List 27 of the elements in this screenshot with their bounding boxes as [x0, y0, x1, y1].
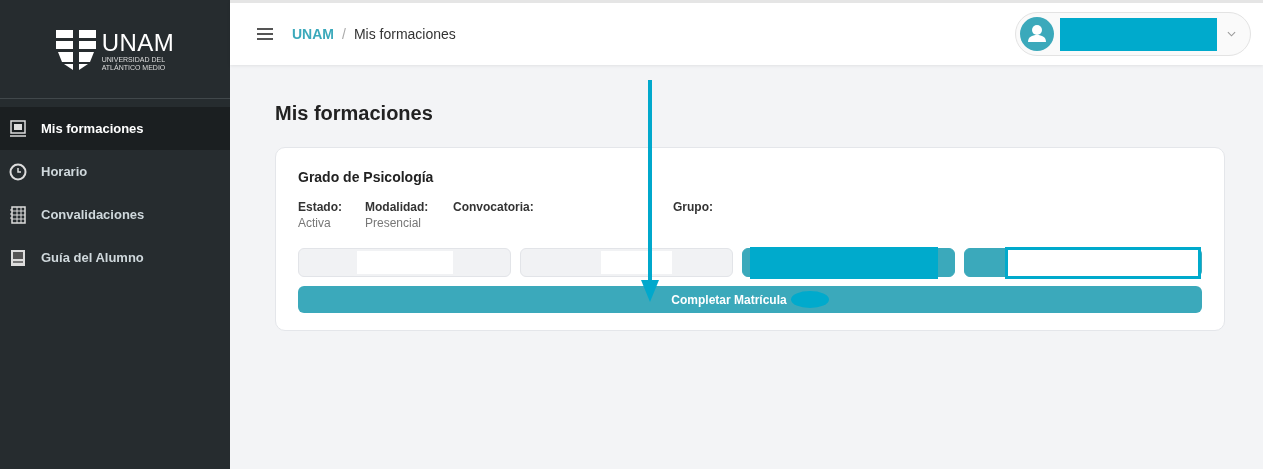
- user-menu[interactable]: [1015, 12, 1251, 56]
- action-button[interactable]: [964, 248, 1202, 277]
- field-label: Grupo:: [673, 200, 714, 214]
- shield-logo-icon: [55, 30, 96, 72]
- grid-icon: [9, 205, 27, 224]
- sidebar-item[interactable]: Horario: [0, 150, 230, 193]
- book-icon: [9, 248, 27, 267]
- redaction-mark: [790, 291, 829, 308]
- sidebar-item[interactable]: Mis formaciones: [0, 107, 230, 150]
- page-title: Mis formaciones: [275, 102, 434, 125]
- field-value: Activa: [298, 216, 332, 230]
- chevron-icon: [1227, 31, 1236, 37]
- redaction-block: [601, 251, 672, 274]
- sidebar-item[interactable]: Guía del Alumno: [0, 236, 230, 279]
- field-value: Presencial: [365, 216, 423, 230]
- logo-name: UNAM: [101, 30, 175, 56]
- field-label: Convocatoria:: [453, 200, 535, 214]
- board-icon: [9, 119, 27, 138]
- avatar-icon: [1020, 17, 1054, 51]
- course-title: Grado de Psicología: [298, 169, 435, 185]
- clock-icon: [9, 162, 27, 181]
- breadcrumb-separator: /: [342, 26, 346, 42]
- field-label: Estado:: [298, 200, 343, 214]
- breadcrumb-current: Mis formaciones: [353, 26, 456, 42]
- menu-icon[interactable]: [257, 28, 273, 40]
- field-label: Modalidad:: [365, 200, 430, 214]
- sidebar-item[interactable]: Convalidaciones: [0, 193, 230, 236]
